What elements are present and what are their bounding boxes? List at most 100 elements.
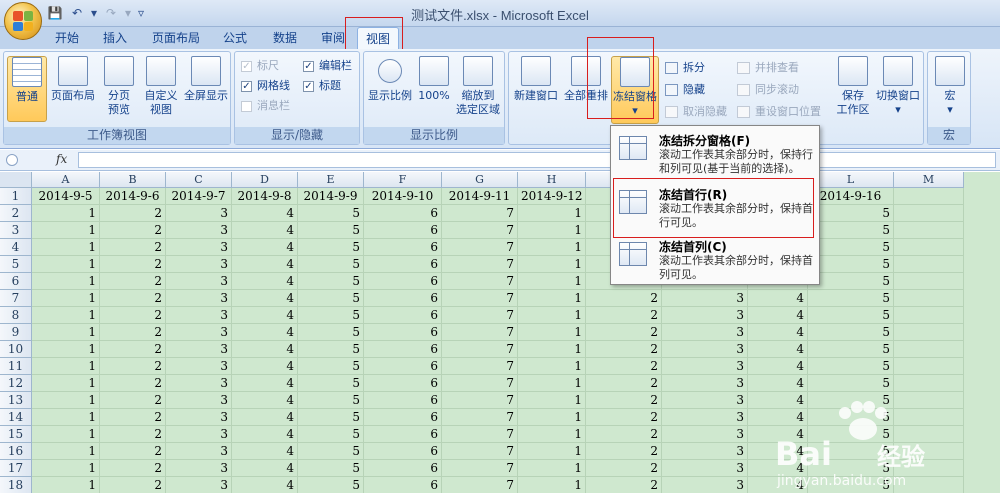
cell[interactable]: 7 [442,392,518,409]
cell[interactable]: 1 [32,307,100,324]
row-header[interactable]: 10 [0,341,32,358]
save-workspace-button[interactable]: 保存 工作区 [833,56,873,122]
cell[interactable]: 4 [232,443,298,460]
row-header[interactable]: 9 [0,324,32,341]
cell[interactable]: 3 [662,426,748,443]
cell[interactable]: 4 [232,358,298,375]
headings-checkbox[interactable]: ✓ 标题 [303,78,341,94]
cell[interactable]: 4 [748,443,808,460]
cell[interactable]: 4 [748,341,808,358]
cell[interactable]: 2 [586,290,662,307]
cell[interactable]: 2 [586,375,662,392]
cell[interactable]: 1 [518,375,586,392]
cell[interactable]: 1 [518,443,586,460]
cell[interactable]: 1 [518,222,586,239]
cell[interactable]: 4 [748,324,808,341]
cell[interactable]: 5 [808,324,894,341]
tab-page-layout[interactable]: 页面布局 [148,27,204,49]
cell[interactable]: 4 [232,477,298,493]
cell[interactable]: 4 [232,307,298,324]
cell[interactable]: 2014-9-11 [442,188,518,205]
cell[interactable]: 1 [32,324,100,341]
sync-scroll-button[interactable]: 同步滚动 [737,82,799,98]
cell[interactable]: 2 [100,273,166,290]
row-header[interactable]: 2 [0,205,32,222]
cell[interactable]: 5 [298,409,364,426]
cell[interactable]: 3 [166,358,232,375]
cell[interactable]: 1 [518,307,586,324]
normal-view-button[interactable]: 普通 [7,56,47,122]
zoom-button[interactable]: 显示比例 [366,56,414,122]
cell[interactable]: 5 [808,409,894,426]
cell[interactable]: 5 [808,273,894,290]
cell[interactable]: 5 [298,358,364,375]
cell[interactable]: 7 [442,426,518,443]
row-header[interactable]: 13 [0,392,32,409]
freeze-panes-button[interactable]: 冻结窗格 ▾ [611,56,659,124]
cell[interactable]: 7 [442,307,518,324]
tab-review[interactable]: 审阅 [316,27,350,49]
cell[interactable]: 1 [32,273,100,290]
zoom-to-selection-button[interactable]: 缩放到 选定区域 [454,56,502,122]
cell[interactable] [894,222,964,239]
cell[interactable]: 6 [364,341,442,358]
row-header[interactable]: 17 [0,460,32,477]
cell[interactable]: 3 [166,256,232,273]
view-side-by-side-button[interactable]: 并排查看 [737,60,799,76]
cell[interactable]: 6 [364,358,442,375]
cell[interactable]: 5 [298,392,364,409]
cell[interactable] [894,460,964,477]
cell[interactable]: 4 [232,324,298,341]
row-header[interactable]: 18 [0,477,32,493]
cell[interactable]: 1 [32,222,100,239]
cell[interactable]: 1 [32,239,100,256]
cell[interactable]: 5 [808,239,894,256]
cell[interactable]: 3 [662,375,748,392]
cell[interactable]: 5 [808,426,894,443]
cell[interactable]: 4 [232,205,298,222]
cell[interactable]: 4 [748,460,808,477]
cell[interactable]: 2014-9-5 [32,188,100,205]
cell[interactable]: 2 [100,307,166,324]
tab-view[interactable]: 视图 [357,27,399,49]
cell[interactable]: 5 [808,307,894,324]
select-all-corner[interactable] [0,172,32,188]
cell[interactable]: 1 [32,375,100,392]
cell[interactable] [894,443,964,460]
cell[interactable]: 3 [166,392,232,409]
cell[interactable]: 2 [100,222,166,239]
cell[interactable]: 2 [100,375,166,392]
row-header[interactable]: 5 [0,256,32,273]
cell[interactable]: 3 [166,375,232,392]
row-header[interactable]: 4 [0,239,32,256]
insert-function-icon[interactable]: fx [56,152,67,166]
cell[interactable]: 2 [100,426,166,443]
cell[interactable]: 1 [518,392,586,409]
cell[interactable]: 3 [166,307,232,324]
row-header[interactable]: 16 [0,443,32,460]
cell[interactable]: 2 [586,341,662,358]
cell[interactable]: 5 [808,460,894,477]
cell[interactable]: 1 [32,409,100,426]
tab-formulas[interactable]: 公式 [218,27,252,49]
cell[interactable] [894,324,964,341]
cell[interactable]: 1 [518,426,586,443]
cell[interactable]: 4 [232,273,298,290]
cell[interactable]: 5 [298,239,364,256]
tab-home[interactable]: 开始 [50,27,84,49]
cell[interactable]: 6 [364,443,442,460]
cell[interactable]: 6 [364,477,442,493]
cell[interactable]: 3 [166,273,232,290]
column-header-A[interactable]: A [32,172,100,188]
row-header[interactable]: 7 [0,290,32,307]
cell[interactable]: 4 [748,477,808,493]
cell[interactable]: 3 [166,460,232,477]
cell[interactable]: 6 [364,426,442,443]
cell[interactable]: 5 [298,426,364,443]
name-box-icon[interactable] [6,154,18,166]
cell[interactable]: 6 [364,290,442,307]
cell[interactable]: 7 [442,341,518,358]
cell[interactable]: 6 [364,375,442,392]
cell[interactable]: 7 [442,443,518,460]
custom-views-button[interactable]: 自定义 视图 [141,56,181,122]
